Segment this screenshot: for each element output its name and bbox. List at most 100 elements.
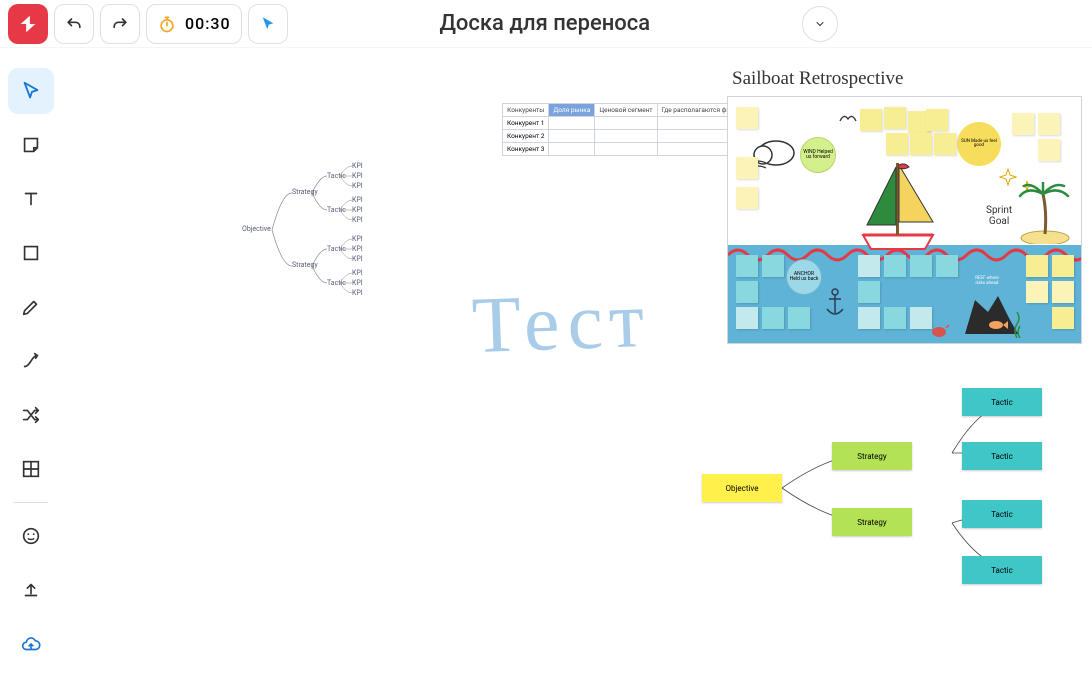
retro-anchor-note[interactable]: ANCHOR Held us back <box>786 259 822 295</box>
mindmap-node[interactable]: KPI <box>352 235 363 243</box>
sticky-note[interactable] <box>1012 113 1034 135</box>
pen-icon <box>20 296 42 318</box>
diagram-tactic[interactable]: Tactic <box>962 442 1042 470</box>
sticky-note[interactable] <box>884 255 906 277</box>
sticky-note[interactable] <box>860 109 882 131</box>
sticky-note[interactable] <box>858 255 880 277</box>
sticky-note[interactable] <box>1052 281 1074 303</box>
table-header[interactable]: Ценовой сегмент <box>595 104 657 117</box>
text-icon <box>20 188 42 210</box>
table-cell[interactable]: Конкурент 1 <box>503 117 549 130</box>
mindmap-node[interactable]: Tactic <box>327 206 346 214</box>
sticky-note[interactable] <box>762 255 784 277</box>
app-logo[interactable] <box>8 4 48 44</box>
mindmap-node[interactable]: Tactic <box>327 279 346 287</box>
mindmap-node[interactable]: KPI <box>352 255 363 263</box>
retro-reef-note[interactable]: REEF where risks ahead <box>970 277 1004 287</box>
mindmap-node[interactable]: KPI <box>352 182 363 190</box>
diagram-strategy[interactable]: Strategy <box>832 508 912 536</box>
sticky-note[interactable] <box>910 255 932 277</box>
sticky-note[interactable] <box>762 307 784 329</box>
diagram-objective[interactable]: Objective <box>702 474 782 502</box>
diagram-tactic[interactable]: Tactic <box>962 556 1042 584</box>
retro-wind-note[interactable]: WIND Helped us forward <box>800 137 836 173</box>
mindmap-node[interactable]: KPI <box>352 206 363 214</box>
retro-title[interactable]: Sailboat Retrospective <box>732 68 903 90</box>
select-tool[interactable] <box>8 68 54 114</box>
mindmap-node[interactable]: Tactic <box>327 245 346 253</box>
retro-frame[interactable]: SUN Made us feel good WIND <box>727 96 1082 344</box>
canvas[interactable]: Objective Strategy Strategy Tactic Tacti… <box>62 48 1092 595</box>
mindmap-node[interactable]: KPI <box>352 245 363 253</box>
sticky-note[interactable] <box>736 187 758 209</box>
anchor-icon <box>823 287 847 319</box>
mindmap-root[interactable]: Objective <box>242 225 271 233</box>
mindmap-node[interactable]: KPI <box>352 172 363 180</box>
cursor-mode-button[interactable] <box>248 4 288 44</box>
mindmap-node[interactable]: Strategy <box>292 188 318 196</box>
competitors-table[interactable]: Конкуренты Доля рынка Ценовой сегмент Гд… <box>502 103 758 156</box>
sticky-note[interactable] <box>1026 255 1048 277</box>
redo-button[interactable] <box>100 4 140 44</box>
table-row[interactable]: Конкурент 2 <box>503 130 758 143</box>
upload-tool[interactable] <box>8 567 54 613</box>
sticky-note[interactable] <box>886 133 908 155</box>
sticky-note[interactable] <box>934 133 956 155</box>
mindmap-node[interactable]: KPI <box>352 269 363 277</box>
sticky-note[interactable] <box>1038 139 1060 161</box>
sailboat-icon <box>853 157 943 252</box>
diagram-tactic[interactable]: Tactic <box>962 388 1042 416</box>
sticky-note[interactable] <box>1052 307 1074 329</box>
select-icon <box>20 80 42 102</box>
sticky-note[interactable] <box>926 109 948 131</box>
sticky-note[interactable] <box>736 255 758 277</box>
sticky-note[interactable] <box>736 281 758 303</box>
mindmap-node[interactable]: KPI <box>352 216 363 224</box>
sticky-note[interactable] <box>736 307 758 329</box>
pen-tool[interactable] <box>8 284 54 330</box>
shape-tool[interactable] <box>8 230 54 276</box>
sticky-note[interactable] <box>858 307 880 329</box>
sticky-note[interactable] <box>910 133 932 155</box>
sticky-note-tool[interactable] <box>8 122 54 168</box>
sticky-note[interactable] <box>1026 281 1048 303</box>
sticky-note[interactable] <box>1052 255 1074 277</box>
table-header[interactable]: Доля рынка <box>549 104 595 117</box>
sticky-note[interactable] <box>910 307 932 329</box>
sticker-tool[interactable] <box>8 513 54 559</box>
cursor-mode-icon <box>259 15 277 33</box>
table-cell[interactable]: Конкурент 2 <box>503 130 549 143</box>
sticky-note[interactable] <box>936 255 958 277</box>
grid-tool[interactable] <box>8 446 54 492</box>
cloud-tool[interactable] <box>8 621 54 667</box>
board-menu-button[interactable] <box>802 6 838 42</box>
diagram-strategy[interactable]: Strategy <box>832 442 912 470</box>
sticky-note[interactable] <box>884 107 906 129</box>
sticky-note[interactable] <box>884 307 906 329</box>
timer-box[interactable]: 00:30 <box>146 4 242 44</box>
table-row[interactable]: Конкурент 3 <box>503 143 758 156</box>
mindmap-node[interactable]: KPI <box>352 196 363 204</box>
undo-button[interactable] <box>54 4 94 44</box>
mindmap-node[interactable]: KPI <box>352 289 363 297</box>
grid-icon <box>20 458 42 480</box>
connector-tool[interactable] <box>8 338 54 384</box>
mindmap-node[interactable]: Tactic <box>327 172 346 180</box>
table-cell[interactable]: Конкурент 3 <box>503 143 549 156</box>
mindmap-node[interactable]: KPI <box>352 162 363 170</box>
retro-sun-note[interactable]: SUN Made us feel good <box>957 122 1001 166</box>
sticky-note[interactable] <box>858 281 880 303</box>
sticky-note[interactable] <box>788 307 810 329</box>
text-tool[interactable] <box>8 176 54 222</box>
handwritten-text[interactable]: Тест <box>470 275 651 372</box>
diagram-tactic[interactable]: Tactic <box>962 500 1042 528</box>
mindmap-node[interactable]: KPI <box>352 279 363 287</box>
table-header[interactable]: Конкуренты <box>503 104 549 117</box>
board-title[interactable]: Доска для переноса <box>294 11 796 36</box>
mindmap-node[interactable]: Strategy <box>292 261 318 269</box>
table-row[interactable]: Конкурент 1 <box>503 117 758 130</box>
sticky-note[interactable] <box>736 157 758 179</box>
sticky-note[interactable] <box>736 107 758 129</box>
sticky-note[interactable] <box>1038 113 1060 135</box>
shuffle-tool[interactable] <box>8 392 54 438</box>
